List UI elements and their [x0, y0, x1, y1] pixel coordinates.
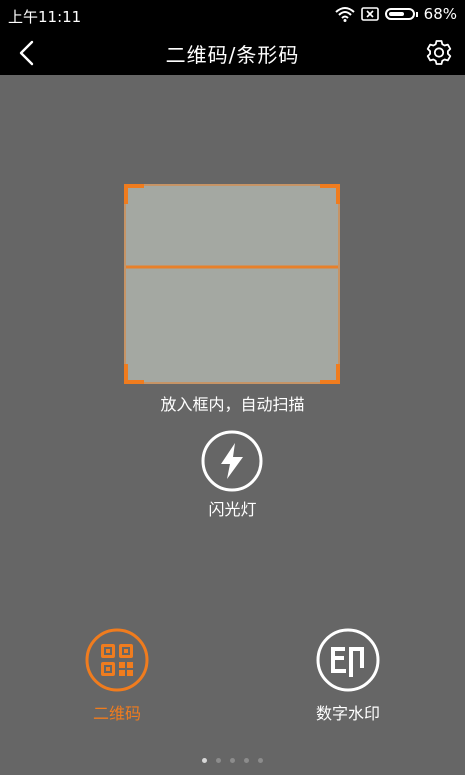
settings-button[interactable]: [423, 37, 455, 69]
scan-frame: [124, 184, 340, 384]
page-dot: [216, 758, 221, 763]
page-indicator: [0, 758, 465, 763]
watermark-mode-button[interactable]: [316, 628, 380, 692]
watermark-icon: [316, 628, 380, 692]
scan-hint: 放入框内，自动扫描: [160, 395, 305, 414]
flashlight-button[interactable]: [201, 430, 263, 492]
title-bar: 二维码/条形码: [0, 30, 465, 75]
flashlight-label: 闪光灯: [208, 500, 257, 519]
page-dot: [230, 758, 235, 763]
gear-icon: [426, 40, 452, 65]
status-icons: 68%: [334, 5, 457, 23]
battery-icon: [384, 8, 418, 20]
lightning-icon: [201, 430, 263, 492]
qr-mode-label: 二维码: [92, 704, 141, 723]
page-dot: [202, 758, 207, 763]
page-dot: [258, 758, 263, 763]
battery-percent: 68%: [423, 5, 457, 23]
scan-frame-corners: [124, 184, 340, 384]
page-dot: [244, 758, 249, 763]
sim-off-icon: [360, 7, 379, 21]
qr-mode-button[interactable]: [85, 628, 149, 692]
status-bar: 上午11:11 68%: [0, 0, 465, 30]
qr-code-icon: [85, 628, 149, 692]
watermark-mode-label: 数字水印: [315, 704, 380, 723]
page-title: 二维码/条形码: [165, 43, 300, 67]
status-time: 上午11:11: [8, 8, 82, 26]
wifi-icon: [334, 7, 355, 22]
